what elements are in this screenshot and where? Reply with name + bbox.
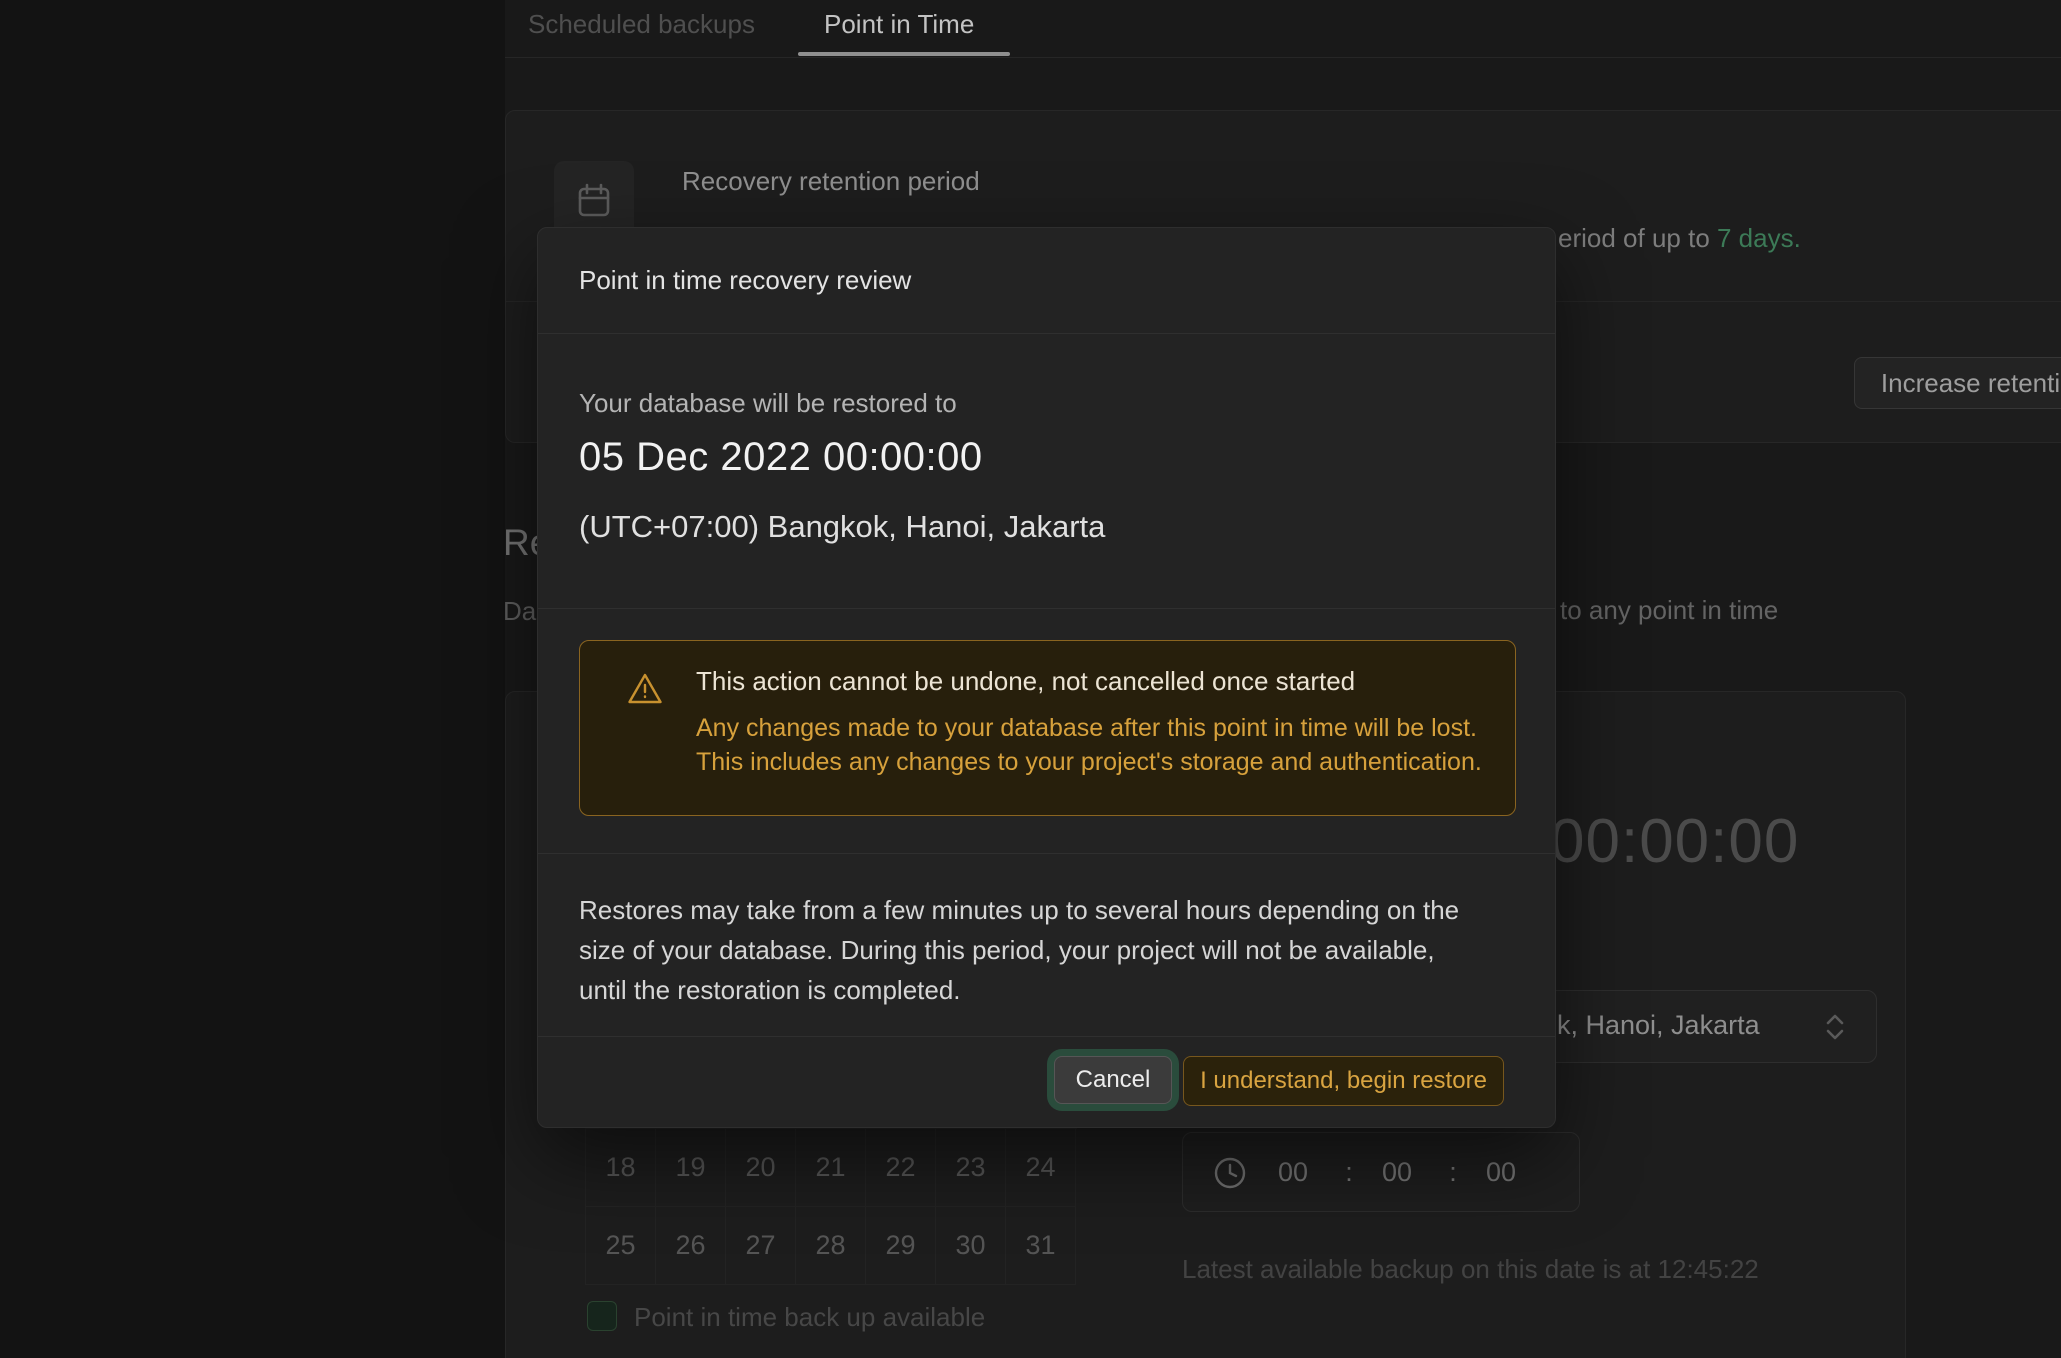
calendar-day[interactable]: 28 bbox=[796, 1207, 866, 1285]
modal-section-divider bbox=[538, 608, 1555, 609]
cancel-button[interactable]: Cancel bbox=[1054, 1056, 1172, 1104]
retention-desc-days: 7 days. bbox=[1717, 223, 1801, 253]
restore-duration-note: Restores may take from a few minutes up … bbox=[579, 890, 1489, 1010]
warning-title: This action cannot be undone, not cancel… bbox=[696, 666, 1355, 697]
retention-desc-text: eriod of up to bbox=[1558, 223, 1717, 253]
warning-triangle-icon bbox=[626, 671, 664, 712]
restore-desc-right-fragment: to any point in time bbox=[1560, 595, 1778, 626]
retention-card-title: Recovery retention period bbox=[682, 166, 980, 197]
time-separator: : bbox=[1445, 1157, 1461, 1188]
restore-timezone: (UTC+07:00) Bangkok, Hanoi, Jakarta bbox=[579, 509, 1105, 545]
timezone-select-value-fragment: k, Hanoi, Jakarta bbox=[1557, 1010, 1760, 1041]
calendar-day[interactable]: 23 bbox=[936, 1129, 1006, 1207]
time-input-seconds[interactable]: 00 bbox=[1479, 1157, 1523, 1188]
modal-header-divider bbox=[538, 333, 1555, 334]
calendar-day[interactable]: 22 bbox=[866, 1129, 936, 1207]
modal-footer-divider bbox=[538, 1036, 1555, 1037]
restore-desc-left-fragment: Da bbox=[503, 596, 536, 627]
tab-scheduled-backups[interactable]: Scheduled backups bbox=[528, 8, 755, 40]
increase-retention-button[interactable]: Increase retention bbox=[1854, 357, 2061, 409]
calendar-day[interactable]: 24 bbox=[1006, 1129, 1076, 1207]
time-input-hours[interactable]: 00 bbox=[1271, 1157, 1315, 1188]
warning-line1: Any changes made to your database after … bbox=[696, 711, 1482, 745]
calendar-day[interactable]: 19 bbox=[656, 1129, 726, 1207]
backups-page: Scheduled backups Point in Time Recovery… bbox=[0, 0, 2061, 1358]
tab-point-in-time[interactable]: Point in Time bbox=[824, 8, 974, 40]
calendar-day[interactable]: 25 bbox=[586, 1207, 656, 1285]
time-input-minutes[interactable]: 00 bbox=[1375, 1157, 1419, 1188]
calendar-day[interactable]: 29 bbox=[866, 1207, 936, 1285]
calendar-day[interactable]: 21 bbox=[796, 1129, 866, 1207]
chevron-up-down-icon bbox=[1824, 1011, 1846, 1048]
restore-datetime: 05 Dec 2022 00:00:00 bbox=[579, 435, 983, 480]
retention-card-description-fragment: eriod of up to 7 days. bbox=[1558, 223, 1801, 254]
selected-time-display-fragment: 00:00:00 bbox=[1550, 806, 1799, 877]
calendar-day[interactable]: 30 bbox=[936, 1207, 1006, 1285]
time-separator: : bbox=[1341, 1157, 1357, 1188]
modal-title: Point in time recovery review bbox=[579, 265, 911, 296]
restored-to-label: Your database will be restored to bbox=[579, 388, 957, 419]
backup-available-legend-label: Point in time back up available bbox=[634, 1302, 985, 1333]
confirm-restore-button[interactable]: I understand, begin restore bbox=[1183, 1056, 1504, 1106]
calendar-day[interactable]: 18 bbox=[586, 1129, 656, 1207]
warning-box: This action cannot be undone, not cancel… bbox=[579, 640, 1516, 816]
clock-icon bbox=[1213, 1156, 1247, 1195]
calendar-day[interactable]: 20 bbox=[726, 1129, 796, 1207]
latest-backup-note: Latest available backup on this date is … bbox=[1182, 1254, 1759, 1285]
modal-section-divider2 bbox=[538, 853, 1555, 854]
calendar-day[interactable]: 31 bbox=[1006, 1207, 1076, 1285]
warning-line2: This includes any changes to your projec… bbox=[696, 745, 1482, 779]
tabs-bottom-border bbox=[505, 57, 2061, 58]
calendar-day[interactable]: 27 bbox=[726, 1207, 796, 1285]
point-in-time-recovery-modal: Point in time recovery review Your datab… bbox=[537, 227, 1556, 1128]
active-tab-underline bbox=[798, 52, 1010, 56]
calendar-grid: 18 19 20 21 22 23 24 25 26 27 28 29 30 3… bbox=[585, 1128, 1077, 1285]
calendar-icon bbox=[575, 182, 613, 225]
time-input-group[interactable]: 00 : 00 : 00 bbox=[1182, 1132, 1580, 1212]
calendar-day[interactable]: 26 bbox=[656, 1207, 726, 1285]
backup-available-legend-swatch bbox=[587, 1301, 617, 1331]
